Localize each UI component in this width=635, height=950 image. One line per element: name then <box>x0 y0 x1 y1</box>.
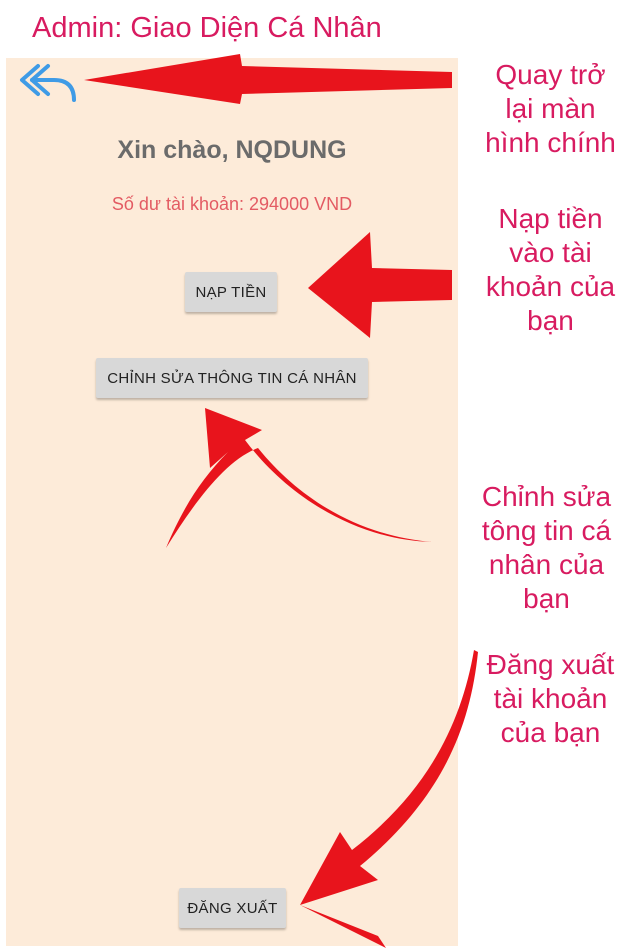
greeting-text: Xin chào, NQDUNG <box>117 136 347 164</box>
back-button[interactable] <box>16 60 80 104</box>
page: Admin: Giao Diện Cá Nhân Xin chào, NQDUN… <box>0 0 635 950</box>
annotation-logout: Đăng xuất tài khoản của bạn <box>486 649 615 748</box>
top-up-button[interactable]: NẠP TIỀN <box>185 272 277 312</box>
annotation-edit-profile: Chỉnh sửa tông tin cá nhân của bạn <box>481 481 612 614</box>
profile-screen: Xin chào, NQDUNG Số dư tài khoản: 294000… <box>6 58 458 946</box>
edit-profile-button[interactable]: CHỈNH SỬA THÔNG TIN CÁ NHÂN <box>96 358 368 398</box>
page-title: Admin: Giao Diện Cá Nhân <box>32 12 382 44</box>
account-balance: Số dư tài khoản: 294000 VND <box>111 194 353 214</box>
annotation-topup: Nạp tiền vào tài khoản của bạn <box>485 203 616 336</box>
back-arrow-icon <box>20 64 76 102</box>
logout-button[interactable]: ĐĂNG XUẤT <box>179 888 286 928</box>
annotation-back: Quay trở lại màn hình chính <box>485 59 616 158</box>
